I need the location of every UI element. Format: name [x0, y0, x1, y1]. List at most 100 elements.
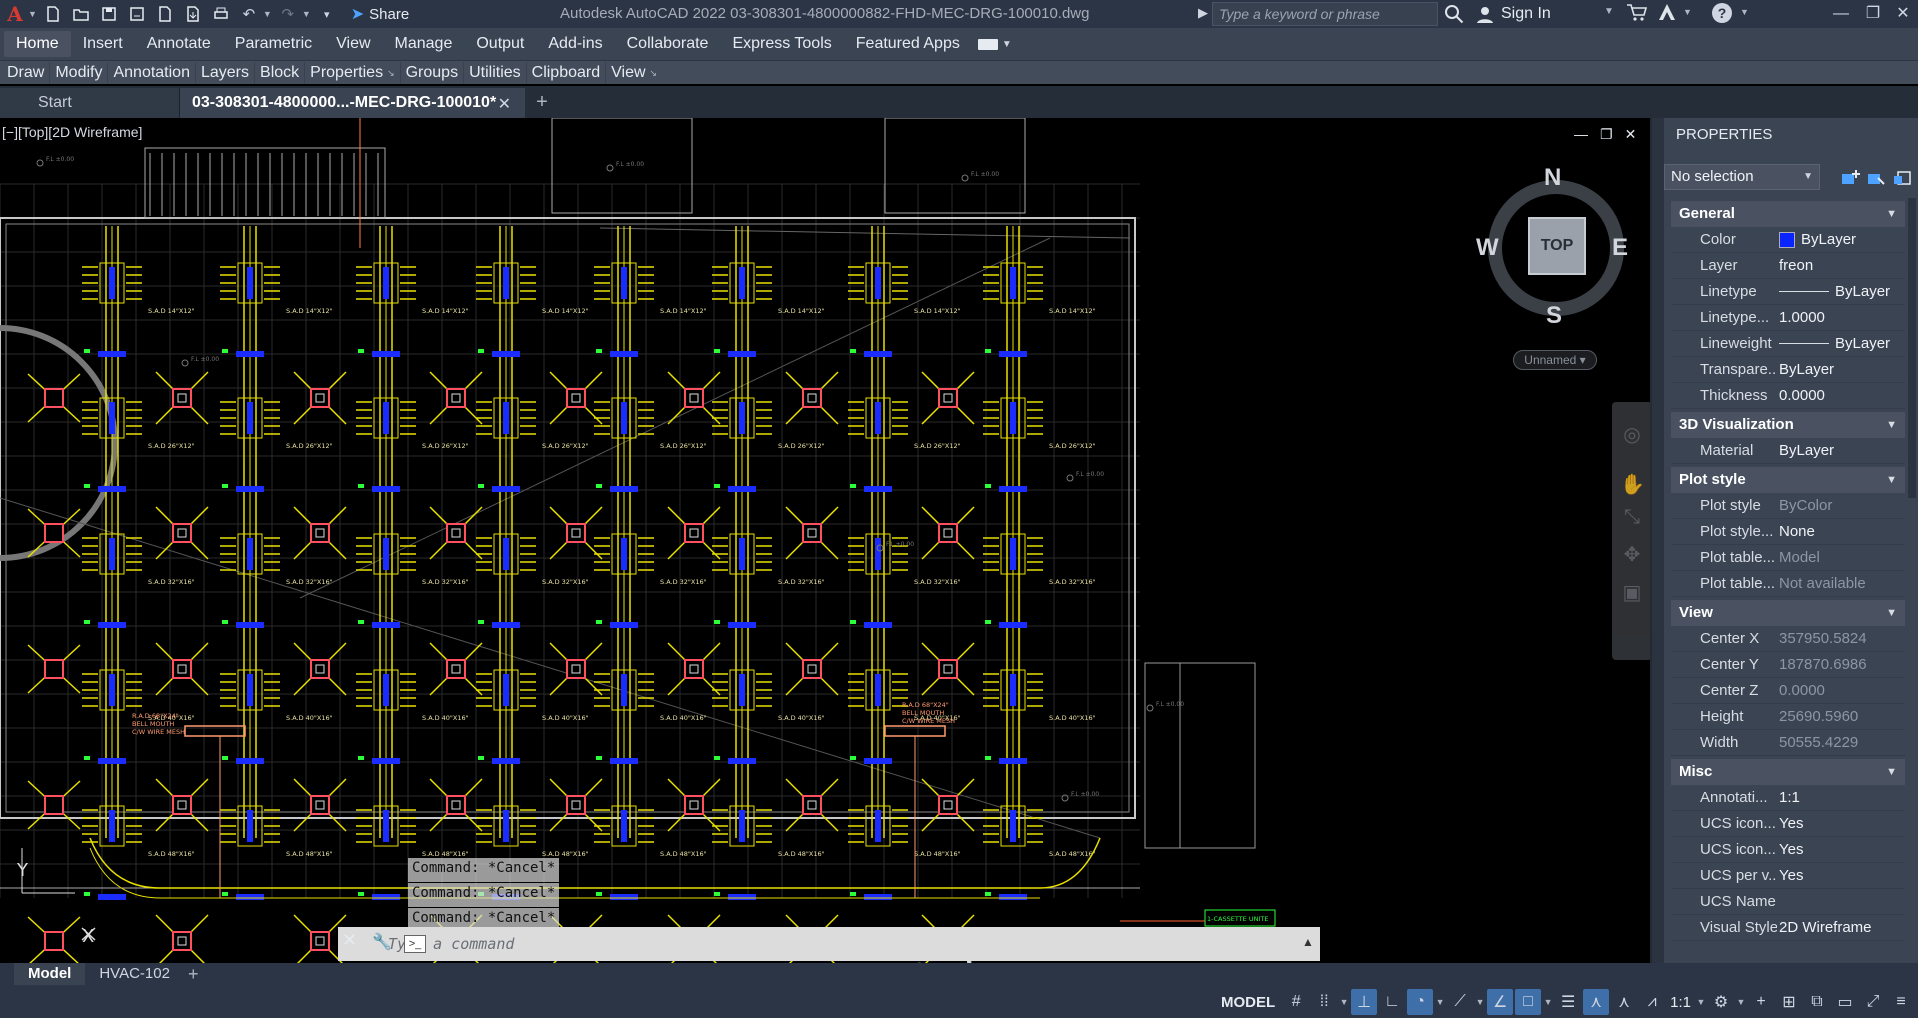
- collapse-icon[interactable]: ▼: [1886, 600, 1897, 626]
- share-button[interactable]: ➤ Share: [351, 4, 409, 24]
- property-row[interactable]: Layer freon: [1671, 253, 1905, 279]
- property-value[interactable]: ByLayer: [1777, 335, 1905, 352]
- app-store-caret-icon[interactable]: ▼: [1683, 7, 1692, 17]
- search-expand-icon[interactable]: ▶: [1198, 5, 1208, 21]
- clean-screen-icon[interactable]: ⤢: [1860, 989, 1886, 1015]
- property-value[interactable]: 187870.6986: [1777, 656, 1905, 673]
- property-row[interactable]: Width 50555.4229: [1671, 730, 1905, 756]
- property-value[interactable]: ByLayer: [1777, 442, 1905, 459]
- sign-in-caret-icon[interactable]: ▼: [1604, 6, 1614, 17]
- section-general[interactable]: General ▼: [1671, 201, 1905, 227]
- tab-add-ins[interactable]: Add-ins: [536, 31, 614, 57]
- selection-dropdown[interactable]: No selection ▼: [1664, 164, 1820, 190]
- property-value[interactable]: ByColor: [1777, 497, 1905, 514]
- quick-select-icon[interactable]: [1892, 168, 1914, 188]
- property-row[interactable]: Center Y 187870.6986: [1671, 652, 1905, 678]
- property-row[interactable]: Visual Style 2D Wireframe: [1671, 915, 1905, 941]
- plot-icon[interactable]: [209, 3, 233, 25]
- customize-toolbar-icon[interactable]: ▾: [315, 3, 339, 25]
- panel-launcher-icon[interactable]: ↘: [650, 62, 658, 84]
- viewport-controls-label[interactable]: [−][Top][2D Wireframe]: [2, 124, 142, 140]
- lineweight-icon[interactable]: ☰: [1555, 989, 1581, 1015]
- property-value[interactable]: freon: [1777, 257, 1905, 274]
- property-row[interactable]: Transpare... ByLayer: [1671, 357, 1905, 383]
- polar-tracking-icon[interactable]: ◔: [1407, 989, 1434, 1015]
- redo-icon[interactable]: ↷: [276, 3, 300, 25]
- property-value[interactable]: 25690.5960: [1777, 708, 1905, 725]
- recent-commands-icon[interactable]: >_: [404, 935, 426, 953]
- collapse-icon[interactable]: ▼: [1886, 201, 1897, 227]
- sign-in-button[interactable]: Sign In: [1475, 4, 1551, 24]
- annotation-visibility-icon[interactable]: ⋏: [1583, 989, 1610, 1015]
- ucs-menu[interactable]: Unnamed ▾: [1513, 350, 1597, 370]
- viewport-close-icon[interactable]: ✕: [1625, 126, 1637, 143]
- app-menu-caret-icon[interactable]: ▼: [28, 9, 37, 19]
- panel-clipboard[interactable]: Clipboard: [527, 61, 607, 84]
- property-row[interactable]: Plot table... Not available: [1671, 571, 1905, 597]
- property-value[interactable]: ByLayer: [1777, 283, 1905, 300]
- autodesk-app-store-icon[interactable]: [1656, 2, 1678, 24]
- new-drawing-tab-button[interactable]: +: [525, 88, 559, 118]
- viewcube-top-face[interactable]: TOP: [1528, 217, 1586, 275]
- undo-icon[interactable]: ↶: [237, 3, 261, 25]
- minimize-button[interactable]: —: [1824, 2, 1858, 26]
- panel-block[interactable]: Block: [255, 61, 306, 84]
- property-value[interactable]: None: [1777, 523, 1905, 540]
- osnap-caret-icon[interactable]: ▼: [1543, 997, 1553, 1007]
- property-row[interactable]: Plot style ByColor: [1671, 493, 1905, 519]
- search-icon[interactable]: [1443, 3, 1465, 25]
- property-row[interactable]: UCS icon... Yes: [1671, 811, 1905, 837]
- cart-icon[interactable]: [1626, 3, 1648, 23]
- property-value[interactable]: Model: [1777, 549, 1905, 566]
- save-icon[interactable]: [97, 3, 121, 25]
- tab-manage[interactable]: Manage: [383, 31, 465, 57]
- isodraft-caret-icon[interactable]: ▼: [1475, 997, 1485, 1007]
- property-row[interactable]: Material ByLayer: [1671, 438, 1905, 464]
- help-caret-icon[interactable]: ▼: [1740, 7, 1749, 17]
- snap-caret-icon[interactable]: ▼: [1339, 997, 1349, 1007]
- property-row[interactable]: Center Z 0.0000: [1671, 678, 1905, 704]
- tab-output[interactable]: Output: [464, 31, 536, 57]
- command-line-close-icon[interactable]: ✕: [342, 930, 357, 951]
- viewcube[interactable]: N S E W TOP: [1470, 162, 1640, 332]
- object-snap-icon[interactable]: □: [1515, 989, 1542, 1015]
- save-to-web-icon[interactable]: [181, 3, 205, 25]
- auto-scale-icon[interactable]: ⋏: [1611, 989, 1637, 1015]
- collapse-icon[interactable]: ▼: [1886, 759, 1897, 785]
- tab-collaborate[interactable]: Collaborate: [615, 31, 721, 57]
- add-layout-icon[interactable]: +: [188, 964, 199, 985]
- save-as-icon[interactable]: [125, 3, 149, 25]
- property-row[interactable]: Plot style... None: [1671, 519, 1905, 545]
- drawing-canvas[interactable]: S.A.D 14"X12" S.A.D 26"X12" S.A.D 32"X16" S…: [0, 118, 1650, 963]
- tab-featured-apps[interactable]: Featured Apps: [844, 31, 972, 57]
- panel-layers[interactable]: Layers: [196, 61, 256, 84]
- viewport-minimize-icon[interactable]: —: [1574, 126, 1588, 143]
- ribbon-minimize-toggle[interactable]: ▼: [977, 38, 1012, 50]
- panel-modify[interactable]: Modify: [50, 61, 109, 84]
- zoom-extents-icon[interactable]: ⤡: [1620, 506, 1644, 530]
- property-row[interactable]: Plot table... Model: [1671, 545, 1905, 571]
- tab-view[interactable]: View: [324, 31, 382, 57]
- restore-button[interactable]: ❐: [1856, 2, 1890, 26]
- command-history-toggle-icon[interactable]: ▲: [1302, 935, 1314, 949]
- tab-start[interactable]: Start: [0, 88, 180, 118]
- section-misc[interactable]: Misc ▼: [1671, 759, 1905, 785]
- new-file-icon[interactable]: [41, 3, 65, 25]
- close-tab-icon[interactable]: ✕: [498, 94, 511, 114]
- isodraft-icon[interactable]: ⟋: [1447, 989, 1473, 1015]
- annotation-scale-value[interactable]: 1:1: [1667, 994, 1694, 1011]
- orbit-icon[interactable]: ✥: [1620, 542, 1644, 566]
- object-snap-tracking-icon[interactable]: ∠: [1487, 989, 1514, 1015]
- panel-annotation[interactable]: Annotation: [108, 61, 196, 84]
- panel-launcher-icon[interactable]: ↘: [387, 62, 395, 84]
- palette-grip[interactable]: [1652, 118, 1664, 963]
- tab-annotate[interactable]: Annotate: [135, 31, 223, 57]
- panel-properties[interactable]: Properties ↘: [305, 61, 401, 84]
- units-icon[interactable]: ⊞: [1776, 989, 1802, 1015]
- collapse-icon[interactable]: ▼: [1886, 412, 1897, 438]
- property-value[interactable]: Yes: [1777, 867, 1905, 884]
- polar-caret-icon[interactable]: ▼: [1435, 997, 1445, 1007]
- property-row[interactable]: UCS per v... Yes: [1671, 863, 1905, 889]
- property-value[interactable]: ByLayer: [1777, 361, 1905, 378]
- property-row[interactable]: Lineweight ByLayer: [1671, 331, 1905, 357]
